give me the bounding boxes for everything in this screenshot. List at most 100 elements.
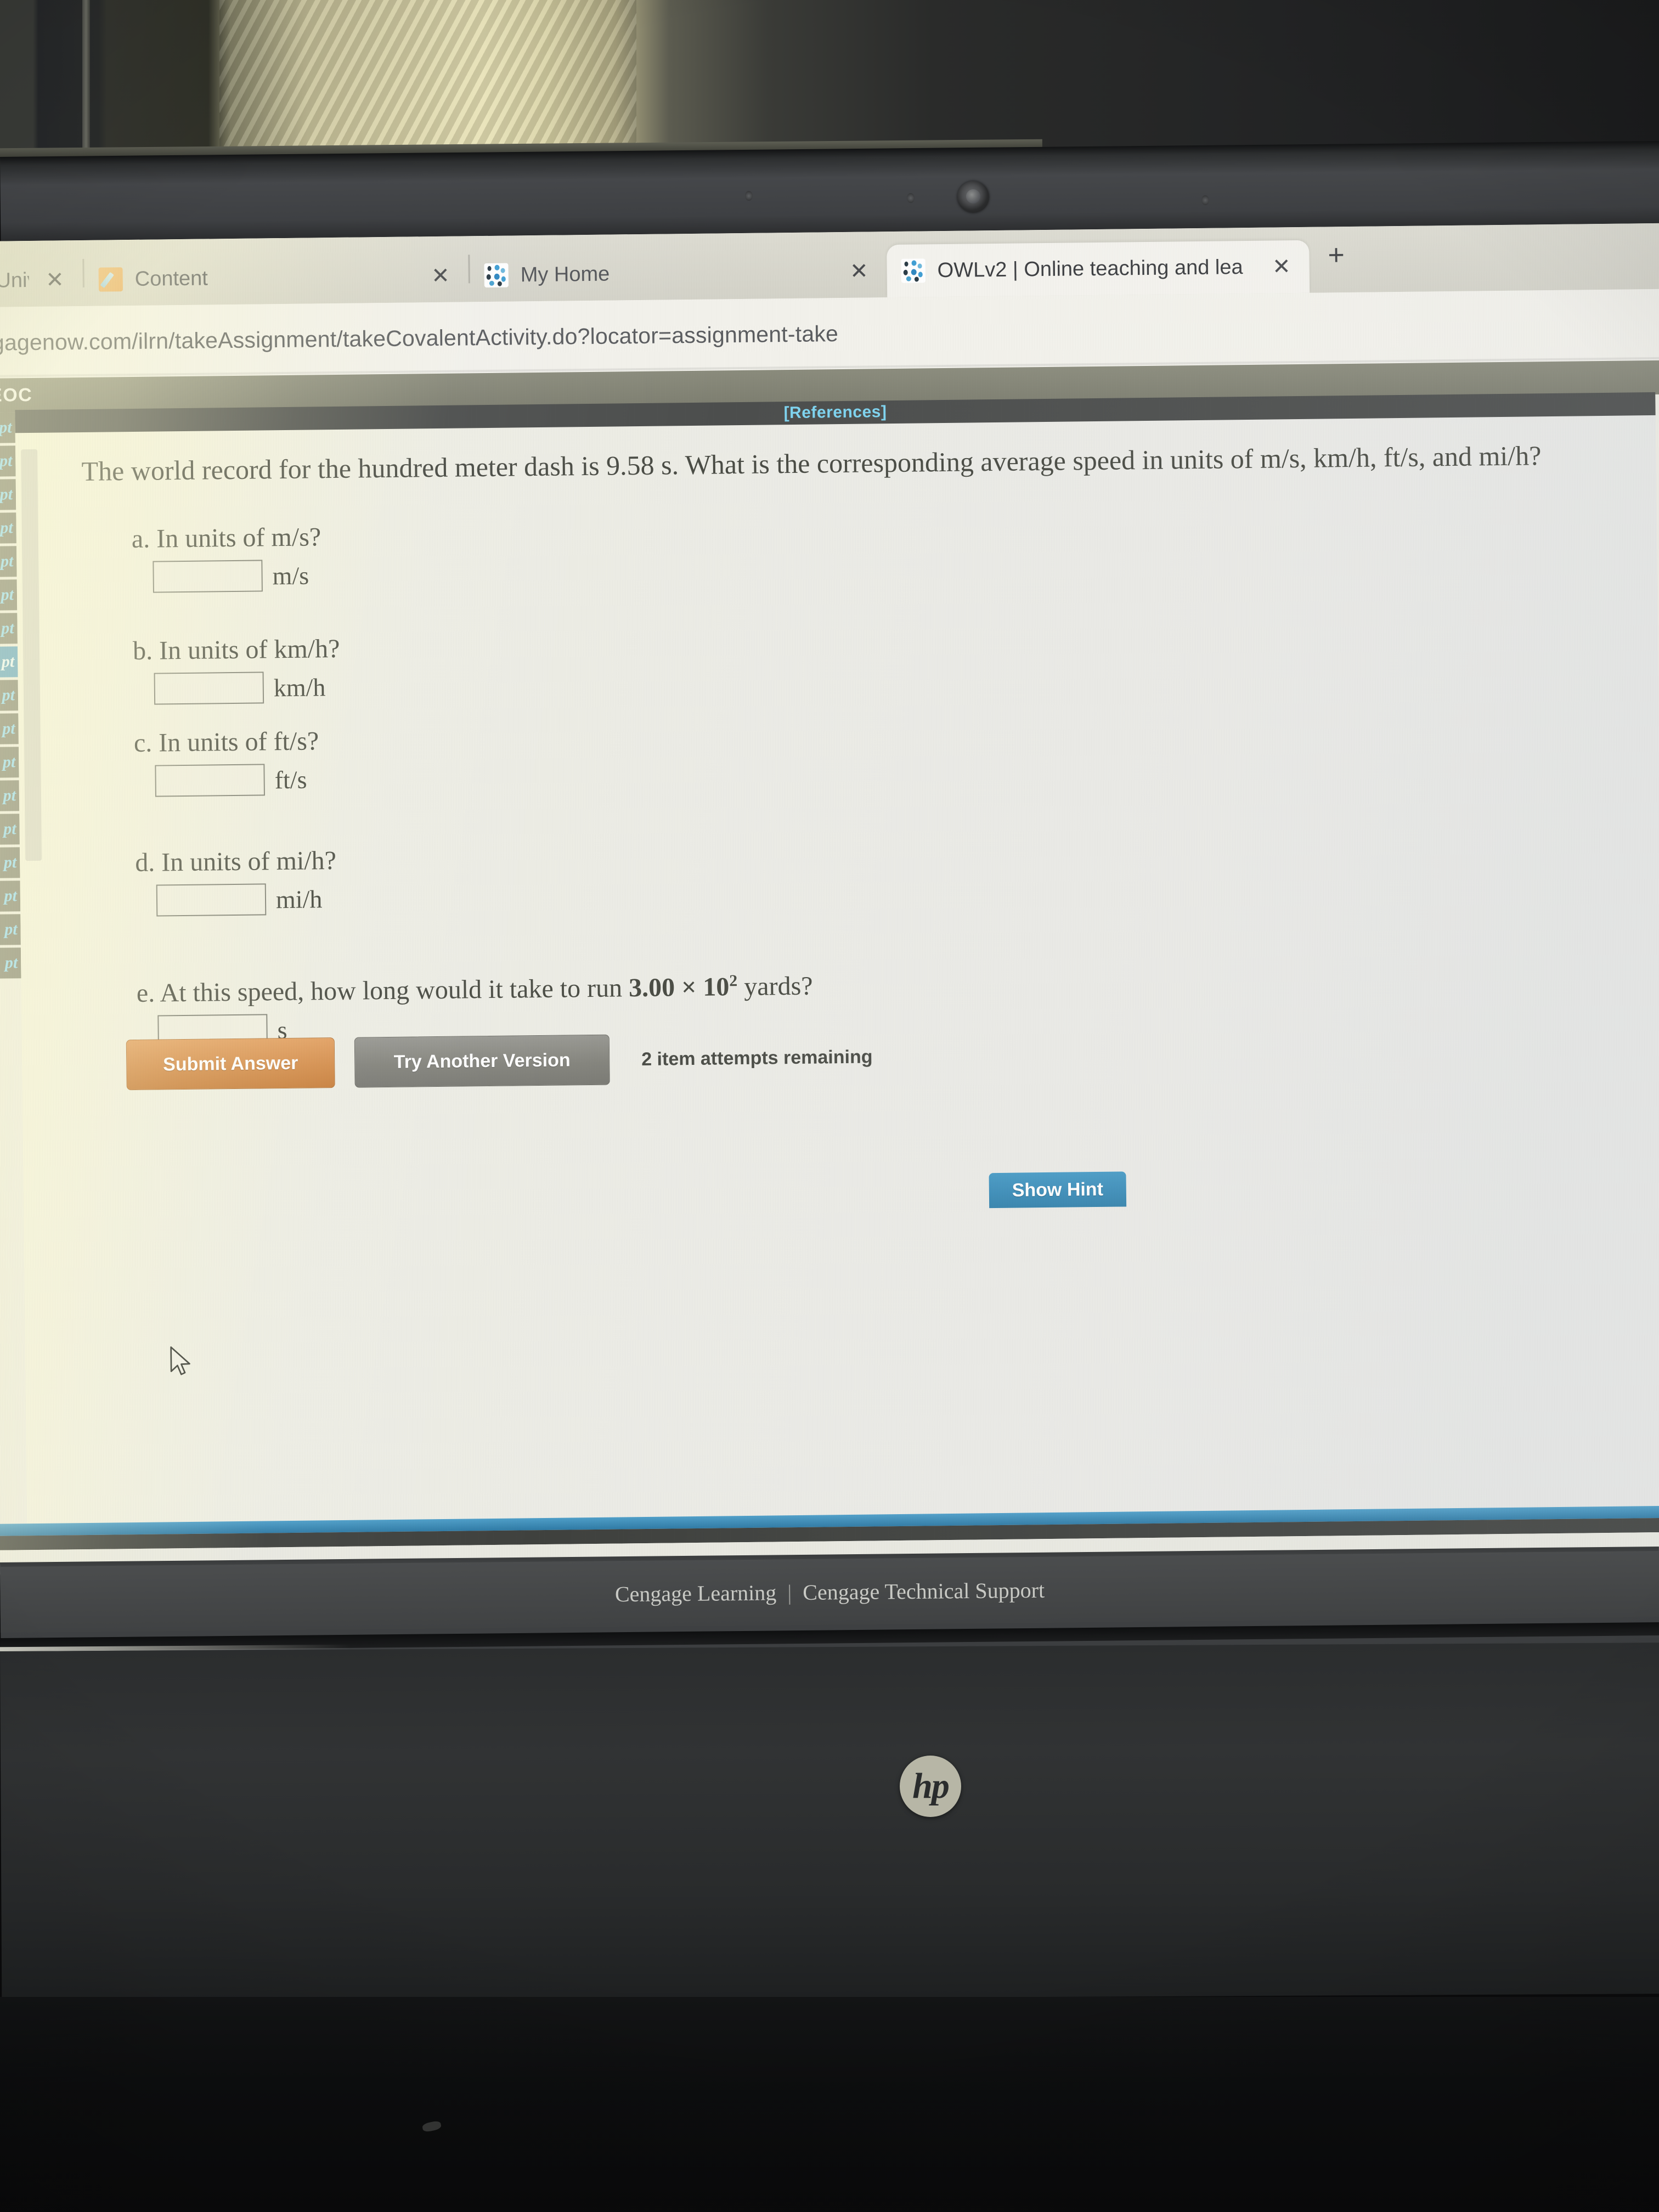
submit-answer-button[interactable]: Submit Answer <box>126 1037 335 1091</box>
laptop-screen: e Univ ✕ Content ✕ My Home ✕ OWLv2 | Onl… <box>0 223 1659 1575</box>
sidebar-item-label: pt <box>0 552 14 571</box>
part-d-prompt: d. In units of mi/h? <box>134 846 337 877</box>
sidebar-item-12[interactable]: pt <box>0 814 20 845</box>
sidebar-item-label: pt <box>3 820 16 838</box>
question-content-panel: [References] The world record for the hu… <box>15 392 1659 1524</box>
part-a-unit: m/s <box>272 561 309 590</box>
sidebar-item-label: pt <box>0 518 13 537</box>
sidebar-item-7-selected[interactable]: pt <box>0 646 18 678</box>
part-b-row: km/h <box>154 671 326 705</box>
part-b-input[interactable] <box>154 672 264 705</box>
pencil-icon <box>98 267 123 292</box>
part-c-unit: ft/s <box>274 765 307 794</box>
part-e-prompt: e. At this speed, how long would it take… <box>137 964 1453 1008</box>
sidebar-item-3[interactable]: pt <box>0 512 16 544</box>
action-button-row: Submit Answer Try Another Version 2 item… <box>126 1031 873 1091</box>
sidebar-item-label: pt <box>3 853 17 872</box>
bezel-sensor-right-icon <box>1201 195 1210 206</box>
sidebar-item-label: pt <box>4 887 18 905</box>
browser-tab-3-active[interactable]: OWLv2 | Online teaching and lea ✕ <box>887 240 1310 298</box>
part-e-times-icon: × <box>681 972 697 1002</box>
part-c-input[interactable] <box>155 764 265 797</box>
sidebar-item-0[interactable]: pt <box>0 412 15 443</box>
part-d-unit: mi/h <box>275 884 323 913</box>
footer-text: Cengage Learning | Cengage Technical Sup… <box>615 1577 1045 1607</box>
hp-logo: hp <box>900 1756 961 1817</box>
webcam-icon <box>957 180 990 213</box>
sidebar-item-label: pt <box>2 719 15 738</box>
tab-close-icon[interactable]: ✕ <box>41 267 69 293</box>
part-a-input[interactable] <box>153 560 263 593</box>
tab-close-icon[interactable]: ✕ <box>845 258 873 284</box>
owl-icon <box>484 263 509 288</box>
tab-title: My Home <box>520 262 610 286</box>
sidebar-item-6[interactable]: pt <box>0 613 18 644</box>
new-tab-button[interactable]: + <box>1309 239 1367 281</box>
browser-tab-2[interactable]: My Home ✕ <box>470 245 887 302</box>
owl-icon <box>901 258 926 283</box>
footer-separator: | <box>787 1579 792 1605</box>
question-stem: The world record for the hundred meter d… <box>81 440 1542 487</box>
part-a-row: m/s <box>153 560 309 593</box>
tab-title: e Univ <box>0 268 30 292</box>
tab-close-icon[interactable]: ✕ <box>1268 254 1295 280</box>
part-d-row: mi/h <box>156 883 323 917</box>
sidebar-item-10[interactable]: pt <box>0 747 19 778</box>
sidebar-item-label: pt <box>1 652 15 671</box>
part-e-prompt-after: yards? <box>743 971 813 1001</box>
browser-tab-1[interactable]: Content ✕ <box>84 249 469 306</box>
assignment-title: EOC <box>0 384 33 406</box>
sidebar-item-14[interactable]: pt <box>0 881 21 912</box>
part-e-coefficient: 3.00 <box>628 973 675 1003</box>
part-c-prompt: c. In units of ft/s? <box>133 726 319 758</box>
sidebar-item-5[interactable]: pt <box>0 579 18 611</box>
sidebar-item-label: pt <box>4 920 18 939</box>
browser-tab-0[interactable]: e Univ ✕ <box>0 253 83 307</box>
room-background <box>0 0 1659 171</box>
sidebar-item-9[interactable]: pt <box>0 713 19 744</box>
sidebar-item-11[interactable]: pt <box>0 780 20 811</box>
laptop-photo: e Univ ✕ Content ✕ My Home ✕ OWLv2 | Onl… <box>0 0 1659 2212</box>
door-frame <box>82 0 90 148</box>
sidebar-item-13[interactable]: pt <box>0 847 20 878</box>
sidebar-item-label: pt <box>0 418 12 437</box>
part-e-prompt-before: e. At this speed, how long would it take… <box>136 973 629 1008</box>
sidebar-item-label: pt <box>3 786 16 805</box>
part-e-exponent: 2 <box>729 972 738 990</box>
table-surface <box>0 1997 1659 2212</box>
mouse-cursor-icon <box>170 1346 190 1375</box>
sidebar-item-2[interactable]: pt <box>0 479 16 510</box>
laptop-deck <box>0 1643 1659 2002</box>
cengage-learning-link[interactable]: Cengage Learning <box>615 1579 777 1607</box>
sidebar-item-4[interactable]: pt <box>0 546 17 577</box>
sidebar-item-15[interactable]: pt <box>0 914 21 945</box>
tab-title: OWLv2 | Online teaching and lea <box>937 255 1243 282</box>
sidebar-item-label: pt <box>1 585 14 604</box>
sidebar-item-8[interactable]: pt <box>0 680 19 711</box>
bezel-sensor-mid-icon <box>906 193 915 204</box>
sidebar-item-label: pt <box>2 686 15 704</box>
part-e-base: 10 <box>703 972 730 1002</box>
sidebar-item-16[interactable]: pt <box>0 947 21 979</box>
tab-title: Content <box>134 266 208 291</box>
part-d-input[interactable] <box>156 883 267 917</box>
part-c-row: ft/s <box>155 764 307 797</box>
part-a-prompt: a. In units of m/s? <box>131 522 321 554</box>
part-b-prompt: b. In units of km/h? <box>132 634 340 665</box>
sidebar-item-label: pt <box>0 452 13 470</box>
sidebar-item-label: pt <box>0 485 13 504</box>
url-text: ngagenow.com/ilrn/takeAssignment/takeCov… <box>0 320 839 356</box>
part-b-unit: km/h <box>273 673 326 702</box>
references-link[interactable]: [References] <box>783 403 887 422</box>
bezel-sensor-left-icon <box>744 190 753 201</box>
cengage-support-link[interactable]: Cengage Technical Support <box>803 1577 1045 1605</box>
tab-close-icon[interactable]: ✕ <box>427 263 454 289</box>
attempts-remaining-text: 2 item attempts remaining <box>641 1046 873 1070</box>
window-blind-light <box>219 0 636 165</box>
sidebar-item-label: pt <box>4 953 18 972</box>
try-another-version-button[interactable]: Try Another Version <box>354 1034 610 1088</box>
sidebar-item-label: pt <box>1 619 14 637</box>
show-hint-button[interactable]: Show Hint <box>989 1171 1127 1209</box>
sidebar-item-1[interactable]: pt <box>0 445 16 477</box>
sidebar-item-label: pt <box>2 753 16 771</box>
